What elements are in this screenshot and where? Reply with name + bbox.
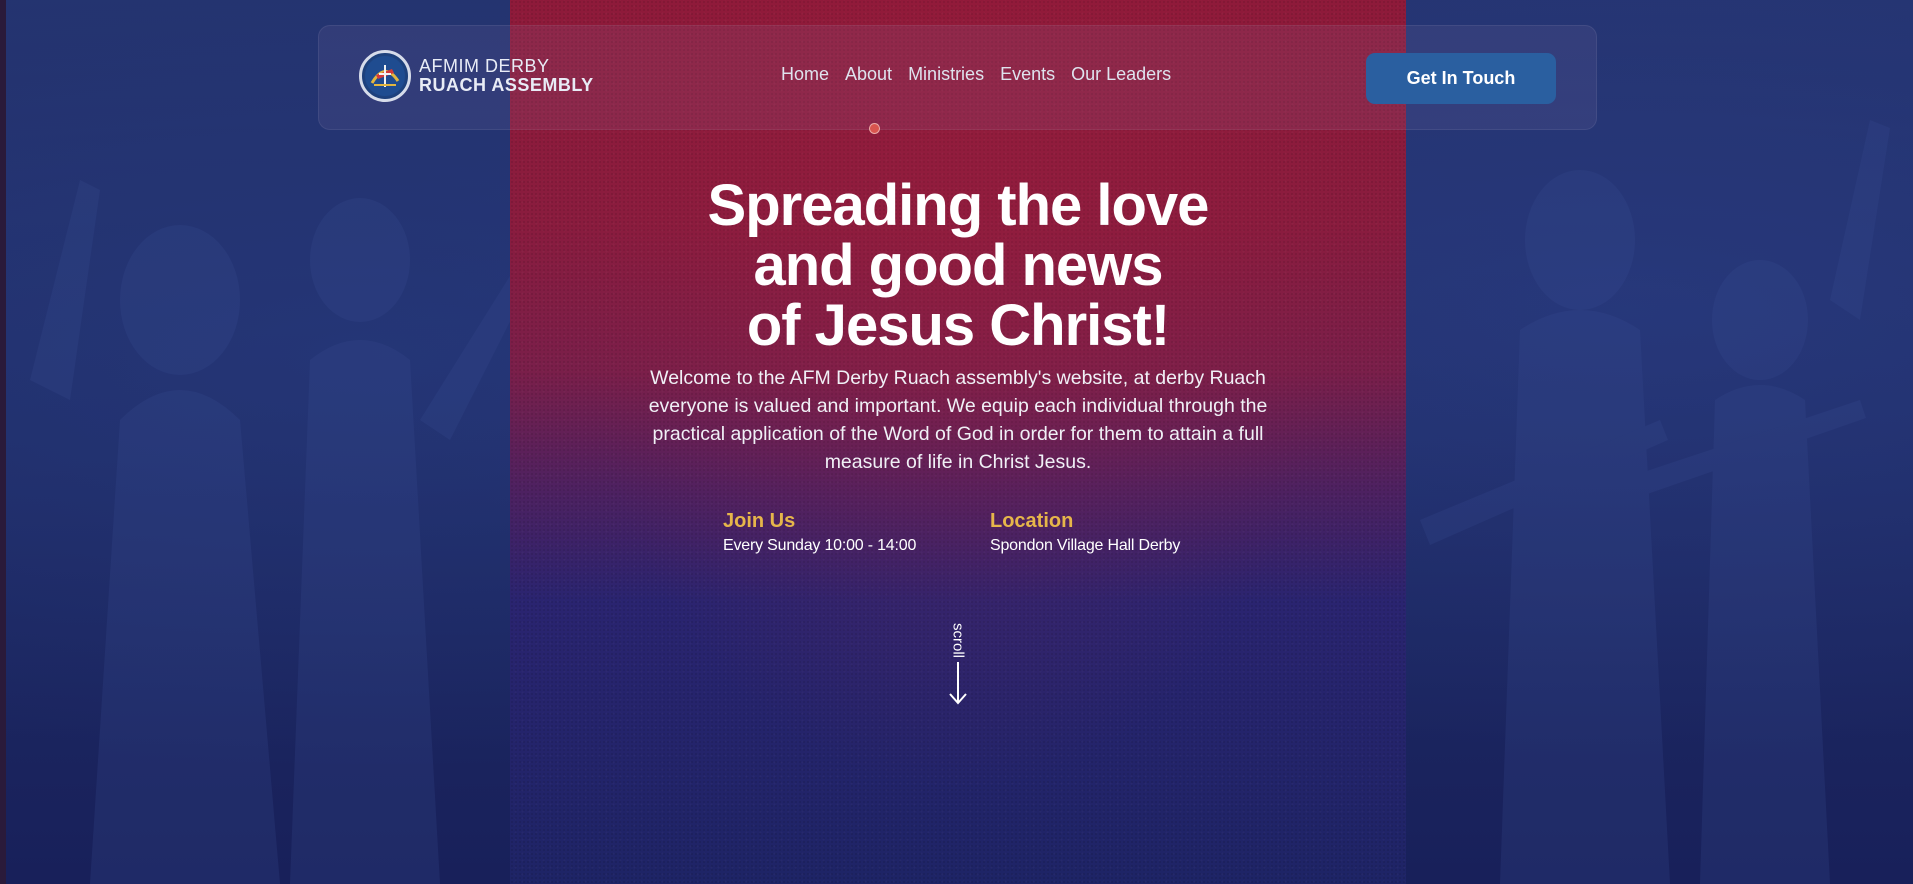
join-us-title: Join Us <box>723 510 796 532</box>
nav-home[interactable]: Home <box>781 64 829 85</box>
scroll-indicator[interactable]: scroll <box>948 608 968 708</box>
brand-name: AFMIM DERBY RUACH ASSEMBLY <box>419 57 594 95</box>
hero-title-line-3: of Jesus Christ! <box>746 293 1170 358</box>
arrow-down-icon <box>949 662 967 705</box>
location-title: Location <box>990 510 1074 532</box>
active-nav-indicator <box>869 123 880 134</box>
brand-line2: RUACH ASSEMBLY <box>419 75 594 95</box>
join-us-block: Join Us Every Sunday 10:00 - 14:00 <box>723 510 916 555</box>
nav-events[interactable]: Events <box>1000 64 1055 85</box>
scroll-label: scroll <box>949 622 967 658</box>
get-in-touch-button[interactable]: Get In Touch <box>1366 53 1556 104</box>
hero-title-line-2: and good news <box>753 233 1163 298</box>
join-us-time: Every Sunday 10:00 - 14:00 <box>723 537 917 554</box>
brand-line1: AFMIM DERBY <box>419 56 550 76</box>
location-value: Spondon Village Hall Derby <box>990 537 1181 554</box>
header-navbar: AFMIM DERBY RUACH ASSEMBLY Home About Mi… <box>318 25 1597 130</box>
church-emblem-icon <box>359 50 411 102</box>
nav-our-leaders[interactable]: Our Leaders <box>1071 64 1171 85</box>
main-nav: Home About Ministries Events Our Leaders <box>781 64 1171 85</box>
nav-ministries[interactable]: Ministries <box>908 64 984 85</box>
nav-about[interactable]: About <box>845 64 892 85</box>
hero-description: Welcome to the AFM Derby Ruach assembly'… <box>648 367 1268 473</box>
hero-title-line-1: Spreading the love <box>707 173 1210 238</box>
location-block: Location Spondon Village Hall Derby <box>990 510 1180 555</box>
hero-title: Spreading the love and good news of Jesu… <box>560 176 1356 356</box>
page: AFMIM DERBY RUACH ASSEMBLY Home About Mi… <box>0 0 1913 884</box>
left-edge <box>0 0 6 884</box>
brand-logo[interactable]: AFMIM DERBY RUACH ASSEMBLY <box>359 50 594 102</box>
